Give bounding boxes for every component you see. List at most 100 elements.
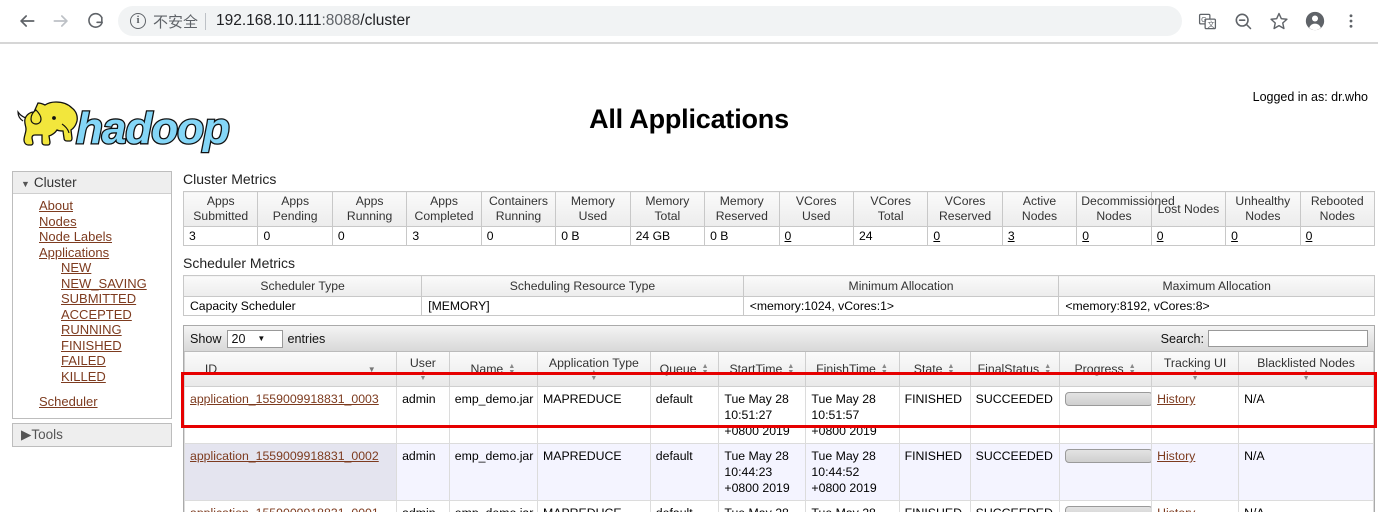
sidebar-item-about[interactable]: About (13, 198, 171, 214)
th-starttime[interactable]: StartTime ▲ ▼ (718, 352, 807, 387)
sidebar-item-scheduler[interactable]: Scheduler (13, 394, 171, 410)
sort-both-icon: ▲ ▼ (590, 369, 598, 382)
th-queue[interactable]: Queue ▲ ▼ (649, 352, 720, 387)
val-unhealthy-nodes[interactable]: 0 (1225, 226, 1301, 246)
val-text: 0 (1082, 229, 1090, 243)
cell-id[interactable]: application_1559009918831_0002 (183, 443, 398, 501)
history-link[interactable]: History (1157, 392, 1195, 406)
sidebar-item-failed[interactable]: FAILED (13, 353, 171, 369)
scheduler-metrics-table: Scheduler Type Scheduling Resource Type … (182, 275, 1375, 316)
cell-user: admin (396, 443, 450, 501)
logo-wordmark: hadoop (76, 104, 229, 153)
site-info-icon[interactable]: i (130, 13, 146, 29)
entries-label: entries (287, 331, 326, 346)
progress-bar (1065, 392, 1154, 406)
logged-in-label: Logged in as: dr.who (1252, 90, 1368, 104)
cell-tracking-ui[interactable]: History (1151, 500, 1240, 512)
search-input[interactable] (1208, 330, 1368, 347)
sidebar-item-running[interactable]: RUNNING (13, 322, 171, 338)
bookmark-star-icon[interactable] (1262, 4, 1296, 38)
th-active-nodes: Active Nodes (1001, 191, 1078, 227)
cell-state: FINISHED (898, 443, 971, 501)
more-menu-icon[interactable] (1334, 4, 1368, 38)
sort-both-icon: ▲ ▼ (701, 362, 709, 376)
th-tracking-ui[interactable]: Tracking UI ▲ ▼ (1151, 352, 1240, 387)
th-application-type[interactable]: Application Type ▲ ▼ (537, 352, 651, 387)
profile-avatar-icon[interactable] (1298, 4, 1332, 38)
sidebar-item-nodes[interactable]: Nodes (13, 214, 171, 230)
cluster-metrics-value-row: 3 0 0 3 0 0 B 24 GB 0 B 0 24 0 3 0 0 0 0 (182, 226, 1376, 246)
sidebar-item-killed[interactable]: KILLED (13, 369, 171, 385)
val-active-nodes[interactable]: 3 (1001, 226, 1078, 246)
hadoop-logo[interactable]: hadoop (10, 96, 265, 158)
page-size-select[interactable]: 20 ▼ (226, 329, 283, 348)
val-decommissioned-nodes[interactable]: 0 (1076, 226, 1152, 246)
browser-toolbar: i 不安全 192.168.10.111:8088/cluster G文 (0, 0, 1378, 44)
reload-icon[interactable] (78, 4, 112, 38)
address-bar[interactable]: i 不安全 192.168.10.111:8088/cluster (118, 6, 1182, 36)
table-row[interactable]: application_1559009918831_0001 admin emp… (183, 500, 1374, 512)
sidebar-item-finished[interactable]: FINISHED (13, 338, 171, 354)
chevron-right-icon: ▶ (21, 426, 32, 442)
cell-starttime: Tue May 28 10:44:23 +0800 2019 (718, 443, 807, 501)
th-vcores-reserved: VCores Reserved (927, 191, 1003, 227)
th-finalstatus[interactable]: FinalStatus ▲ ▼ (969, 352, 1061, 387)
page-body: Logged in as: dr.who hadoop All Applicat… (0, 44, 1378, 512)
svg-text:G: G (1201, 15, 1207, 23)
th-label: ID (204, 362, 218, 376)
history-link[interactable]: History (1157, 449, 1195, 463)
table-row[interactable]: application_1559009918831_0002 admin emp… (183, 443, 1374, 501)
sidebar-item-applications[interactable]: Applications (13, 245, 171, 261)
th-user[interactable]: User ▲ ▼ (396, 352, 450, 387)
th-maximum-allocation: Maximum Allocation (1058, 275, 1375, 297)
application-id-link[interactable]: application_1559009918831_0001 (190, 506, 379, 512)
val-vcores-used[interactable]: 0 (778, 226, 854, 246)
val-vcores-reserved[interactable]: 0 (927, 226, 1003, 246)
th-progress[interactable]: Progress ▲ ▼ (1059, 352, 1153, 387)
val-lost-nodes[interactable]: 0 (1150, 226, 1227, 246)
val-text: 0 (486, 229, 494, 243)
cell-id[interactable]: application_1559009918831_0003 (183, 386, 398, 444)
th-id[interactable]: ID ▼ (183, 352, 398, 387)
val-rebooted-nodes[interactable]: 0 (1299, 226, 1376, 246)
cell-name: emp_demo.jar (448, 500, 539, 512)
th-label: Name (470, 362, 504, 376)
th-name[interactable]: Name ▲ ▼ (448, 352, 539, 387)
sidebar-tools-panel[interactable]: ▶Tools (12, 422, 172, 447)
scheduler-metrics-value-row: Capacity Scheduler [MEMORY] <memory:1024… (182, 296, 1375, 316)
th-state[interactable]: State ▲ ▼ (898, 352, 971, 387)
sidebar-item-accepted[interactable]: ACCEPTED (13, 307, 171, 323)
sidebar-item-submitted[interactable]: SUBMITTED (13, 291, 171, 307)
th-memory-reserved: Memory Reserved (704, 191, 780, 227)
cell-finalstatus: SUCCEEDED (969, 443, 1061, 501)
sidebar-item-new-saving[interactable]: NEW_SAVING (13, 276, 171, 292)
zoom-out-icon[interactable] (1226, 4, 1260, 38)
sidebar-item-new[interactable]: NEW (13, 260, 171, 276)
table-row[interactable]: application_1559009918831_0003 admin emp… (183, 386, 1374, 444)
val-scheduling-resource-type: [MEMORY] (421, 296, 744, 316)
val-apps-submitted: 3 (182, 226, 259, 246)
cell-id[interactable]: application_1559009918831_0001 (183, 500, 398, 512)
sidebar-cluster-panel: ▼ Cluster About Nodes Node Labels Applica… (12, 171, 172, 419)
translate-icon[interactable]: G文 (1190, 4, 1224, 38)
sidebar-item-node-labels[interactable]: Node Labels (13, 229, 171, 245)
url-text: 192.168.10.111:8088/cluster (216, 12, 411, 29)
forward-arrow-icon[interactable] (44, 4, 78, 38)
val-apps-pending: 0 (257, 226, 333, 246)
main-content: Cluster Metrics Apps Submitted Apps Pend… (182, 171, 1376, 512)
sidebar-cluster-header[interactable]: ▼ Cluster (13, 172, 171, 194)
application-id-link[interactable]: application_1559009918831_0003 (190, 392, 379, 406)
val-text: 0 (784, 229, 792, 243)
application-id-link[interactable]: application_1559009918831_0002 (190, 449, 379, 463)
cell-tracking-ui[interactable]: History (1151, 386, 1240, 444)
val-maximum-allocation: <memory:8192, vCores:8> (1058, 296, 1375, 316)
val-text: 24 GB (635, 229, 671, 243)
cell-tracking-ui[interactable]: History (1151, 443, 1240, 501)
th-blacklisted-nodes[interactable]: Blacklisted Nodes ▲ ▼ (1238, 352, 1374, 387)
th-apps-completed: Apps Completed (406, 191, 482, 227)
cell-finishtime: Tue May 28 10:33:23 +0800 2019 (805, 500, 900, 512)
th-finishtime[interactable]: FinishTime ▲ ▼ (805, 352, 900, 387)
back-arrow-icon[interactable] (10, 4, 44, 38)
th-label: Queue (659, 362, 697, 376)
history-link[interactable]: History (1157, 506, 1195, 512)
